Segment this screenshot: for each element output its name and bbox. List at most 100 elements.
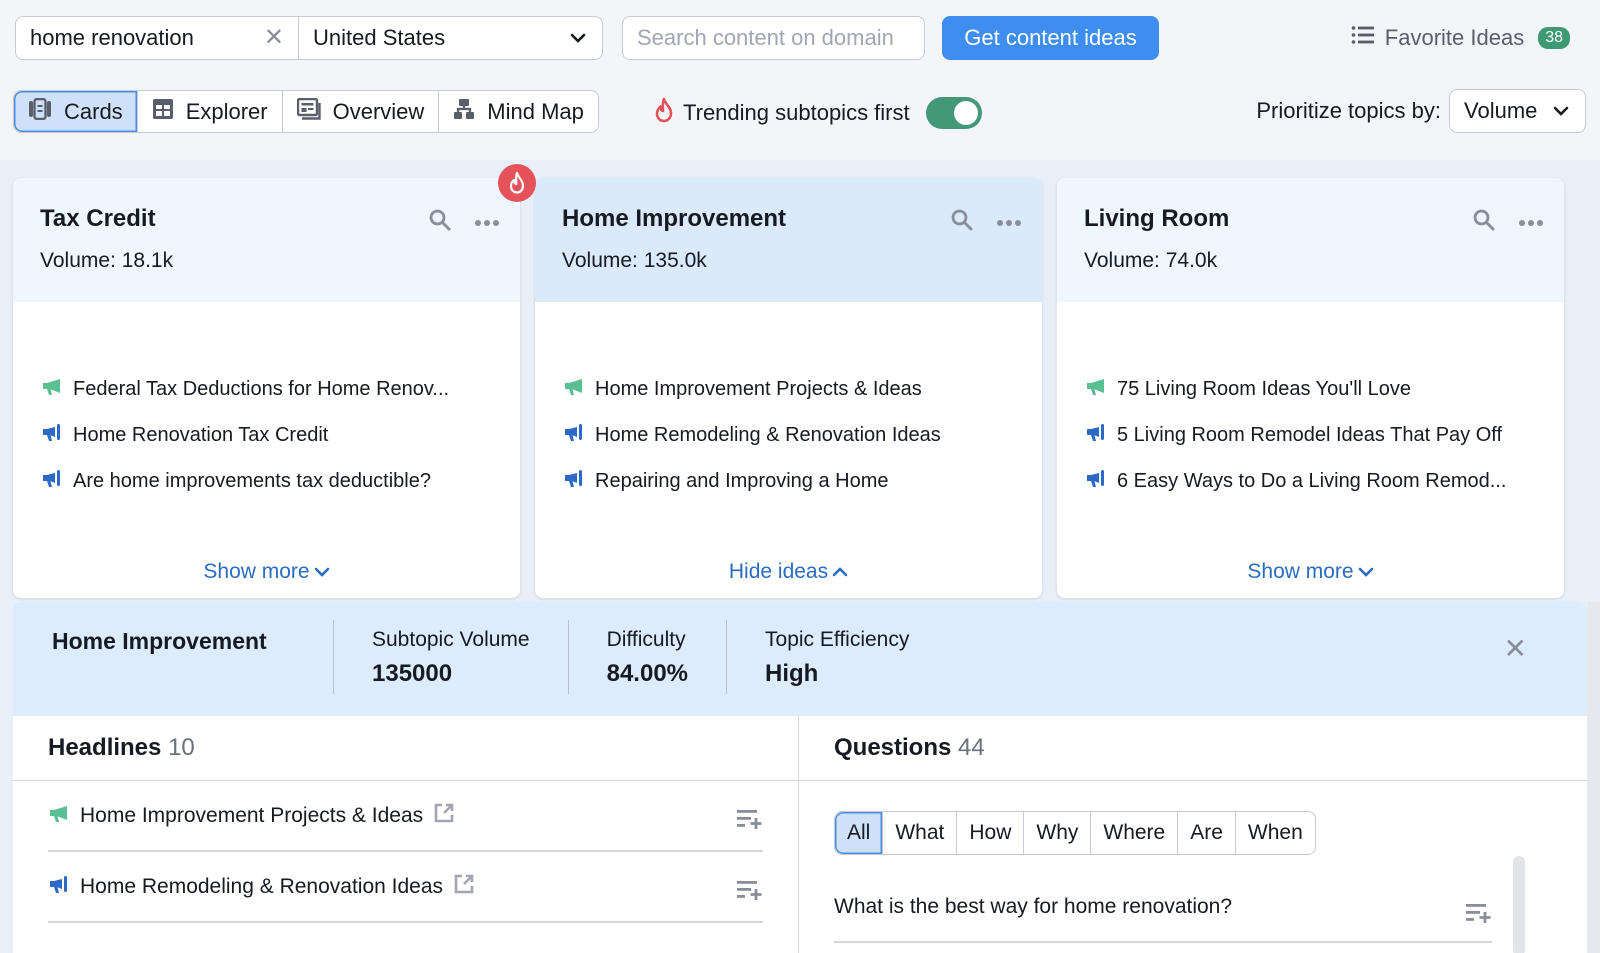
card-title: Living Room: [1084, 205, 1230, 232]
tab-cards-label: Cards: [64, 98, 123, 124]
questions-header: Questions 44: [799, 716, 1587, 781]
megaphone-blue-icon: [48, 873, 70, 901]
filter-are[interactable]: Are: [1178, 812, 1236, 854]
hide-ideas-button[interactable]: Hide ideas: [535, 560, 1042, 584]
overview-icon: [296, 97, 321, 126]
clear-icon[interactable]: ✕: [264, 26, 284, 50]
chevron-down-icon: [314, 560, 330, 584]
idea-item[interactable]: Federal Tax Deductions for Home Renov...: [41, 366, 493, 412]
headlines-section: Headlines 10 Home Improvement Projects &…: [13, 716, 799, 953]
search-icon[interactable]: [1472, 208, 1496, 237]
filter-what[interactable]: What: [883, 812, 958, 854]
detail-columns: Headlines 10 Home Improvement Projects &…: [13, 716, 1587, 953]
topic-card-home-improvement[interactable]: Home Improvement Volume: 135.0k Home Imp…: [535, 178, 1042, 598]
megaphone-blue-icon: [563, 467, 585, 495]
trending-subtopics-control: Trending subtopics first: [653, 94, 982, 132]
card-header: Tax Credit Volume: 18.1k: [13, 178, 520, 302]
page-gutter: [1587, 602, 1600, 953]
get-content-ideas-button[interactable]: Get content ideas: [942, 16, 1159, 60]
filter-all[interactable]: All: [835, 812, 884, 854]
list-icon: [1351, 25, 1375, 51]
megaphone-blue-icon: [41, 421, 63, 449]
close-icon[interactable]: ✕: [1504, 632, 1527, 665]
idea-item[interactable]: Home Improvement Projects & Ideas: [563, 366, 1015, 412]
tab-mind-map-label: Mind Map: [487, 98, 584, 124]
headline-row[interactable]: Home Improvement Projects & Ideas: [48, 781, 763, 852]
card-volume: Volume: 135.0k: [562, 249, 707, 272]
idea-item[interactable]: Are home improvements tax deductible?: [41, 458, 493, 504]
filter-when[interactable]: When: [1236, 812, 1315, 854]
prioritize-label: Prioritize topics by:: [1256, 98, 1441, 123]
megaphone-blue-icon: [41, 467, 63, 495]
external-link-icon[interactable]: [433, 802, 455, 830]
search-icon[interactable]: [950, 208, 974, 237]
tab-mind-map[interactable]: Mind Map: [439, 91, 598, 132]
more-options-icon[interactable]: [1518, 214, 1544, 232]
headline-row[interactable]: Home Remodeling & Renovation Ideas: [48, 852, 763, 923]
megaphone-green-icon: [563, 375, 585, 403]
filter-where[interactable]: Where: [1091, 812, 1179, 854]
country-value: United States: [313, 25, 446, 50]
megaphone-blue-icon: [1085, 421, 1107, 449]
idea-item[interactable]: 6 Easy Ways to Do a Living Room Remod...: [1085, 458, 1537, 504]
filter-how[interactable]: How: [957, 812, 1025, 854]
domain-search-placeholder: Search content on domain: [637, 25, 894, 50]
card-ideas-list: Federal Tax Deductions for Home Renov...…: [13, 302, 520, 504]
megaphone-green-icon: [41, 375, 63, 403]
domain-search-input[interactable]: Search content on domain: [622, 16, 925, 60]
topic-summary: Home Improvement Subtopic Volume 135000 …: [13, 602, 1587, 716]
toggle-knob: [953, 101, 978, 125]
card-header: Home Improvement Volume: 135.0k: [535, 178, 1042, 302]
add-to-list-icon[interactable]: [1466, 903, 1492, 929]
keyword-value: home renovation: [30, 25, 194, 50]
megaphone-blue-icon: [563, 421, 585, 449]
idea-item[interactable]: 75 Living Room Ideas You'll Love: [1085, 366, 1537, 412]
headlines-header: Headlines 10: [13, 716, 798, 781]
keyword-input[interactable]: home renovation ✕: [16, 17, 299, 59]
idea-item[interactable]: Home Remodeling & Renovation Ideas: [563, 412, 1015, 458]
search-icon[interactable]: [428, 208, 452, 237]
prioritize-select[interactable]: Volume: [1449, 89, 1586, 133]
questions-section: Questions 44 All What How Why Where Are …: [799, 716, 1587, 953]
filter-why[interactable]: Why: [1024, 812, 1092, 854]
external-link-icon[interactable]: [453, 873, 475, 901]
card-actions: [428, 208, 500, 237]
metric-subtopic-volume: Subtopic Volume 135000: [333, 620, 568, 694]
card-ideas-list: Home Improvement Projects & Ideas Home R…: [535, 302, 1042, 504]
more-options-icon[interactable]: [474, 214, 500, 232]
view-tabs: Cards Explorer Overview Mind Map: [13, 90, 599, 133]
cards-icon: [28, 97, 52, 126]
show-more-button[interactable]: Show more: [1057, 560, 1564, 584]
metric-topic-efficiency: Topic Efficiency High: [726, 620, 947, 694]
idea-item[interactable]: Home Renovation Tax Credit: [41, 412, 493, 458]
chevron-down-icon: [568, 28, 588, 48]
show-more-button[interactable]: Show more: [13, 560, 520, 584]
topic-detail-panel: Home Improvement Subtopic Volume 135000 …: [13, 602, 1587, 953]
country-select[interactable]: United States: [299, 17, 602, 59]
chevron-up-icon: [832, 560, 848, 584]
questions-scrollbar[interactable]: [1513, 856, 1525, 953]
add-to-list-icon[interactable]: [737, 880, 763, 906]
megaphone-blue-icon: [1085, 467, 1107, 495]
card-ideas-list: 75 Living Room Ideas You'll Love 5 Livin…: [1057, 302, 1564, 504]
add-to-list-icon[interactable]: [737, 809, 763, 835]
trending-toggle[interactable]: [925, 97, 982, 129]
more-options-icon[interactable]: [996, 214, 1022, 232]
tab-cards[interactable]: Cards: [14, 91, 138, 132]
card-title: Home Improvement: [562, 205, 787, 232]
top-bar: home renovation ✕ United States Search c…: [0, 0, 1600, 160]
idea-item[interactable]: 5 Living Room Remodel Ideas That Pay Off: [1085, 412, 1537, 458]
topic-card-tax-credit[interactable]: Tax Credit Volume: 18.1k Federal Tax Ded…: [13, 178, 520, 598]
favorite-ideas-link[interactable]: Favorite Ideas 38: [1351, 22, 1570, 54]
tab-explorer-label: Explorer: [185, 98, 268, 124]
tab-overview[interactable]: Overview: [283, 91, 440, 132]
trending-fire-badge: [498, 164, 536, 202]
idea-item[interactable]: Repairing and Improving a Home: [563, 458, 1015, 504]
topic-card-living-room[interactable]: Living Room Volume: 74.0k 75 Living Room…: [1057, 178, 1564, 598]
question-row[interactable]: What is the best way for home renovation…: [834, 873, 1492, 943]
tab-explorer[interactable]: Explorer: [138, 91, 283, 132]
tab-overview-label: Overview: [332, 98, 425, 124]
card-volume: Volume: 74.0k: [1084, 249, 1218, 272]
card-header: Living Room Volume: 74.0k: [1057, 178, 1564, 302]
card-title: Tax Credit: [40, 205, 156, 232]
